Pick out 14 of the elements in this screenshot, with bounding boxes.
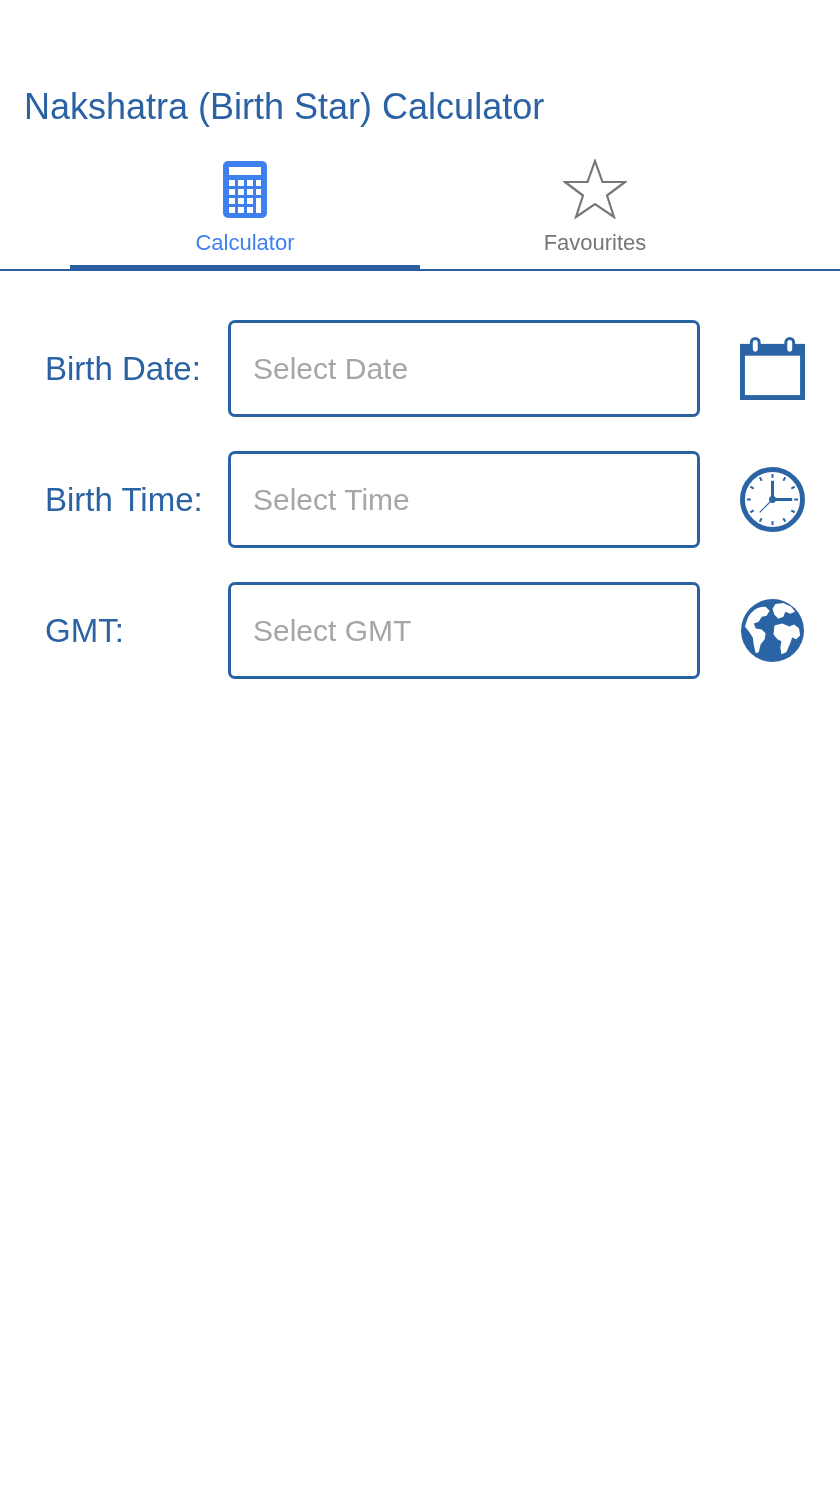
tab[interactable]: Calculator [70, 157, 420, 269]
calendar-icon[interactable] [740, 336, 805, 401]
field-label: Birth Date: [45, 349, 201, 388]
star-icon [563, 159, 627, 219]
tab[interactable]: Favourites [420, 157, 770, 269]
globe-icon[interactable] [740, 598, 805, 663]
app-title: Nakshatra (Birth Star) Calculator [24, 85, 545, 129]
calculator-icon [223, 161, 267, 218]
clock-icon[interactable] [740, 467, 805, 532]
input-field[interactable]: Select Time [228, 451, 700, 548]
input-field[interactable]: Select Date [228, 320, 700, 417]
field-label: Birth Time: [45, 480, 203, 519]
field-label: GMT: [45, 611, 124, 650]
input-field[interactable]: Select GMT [228, 582, 700, 679]
